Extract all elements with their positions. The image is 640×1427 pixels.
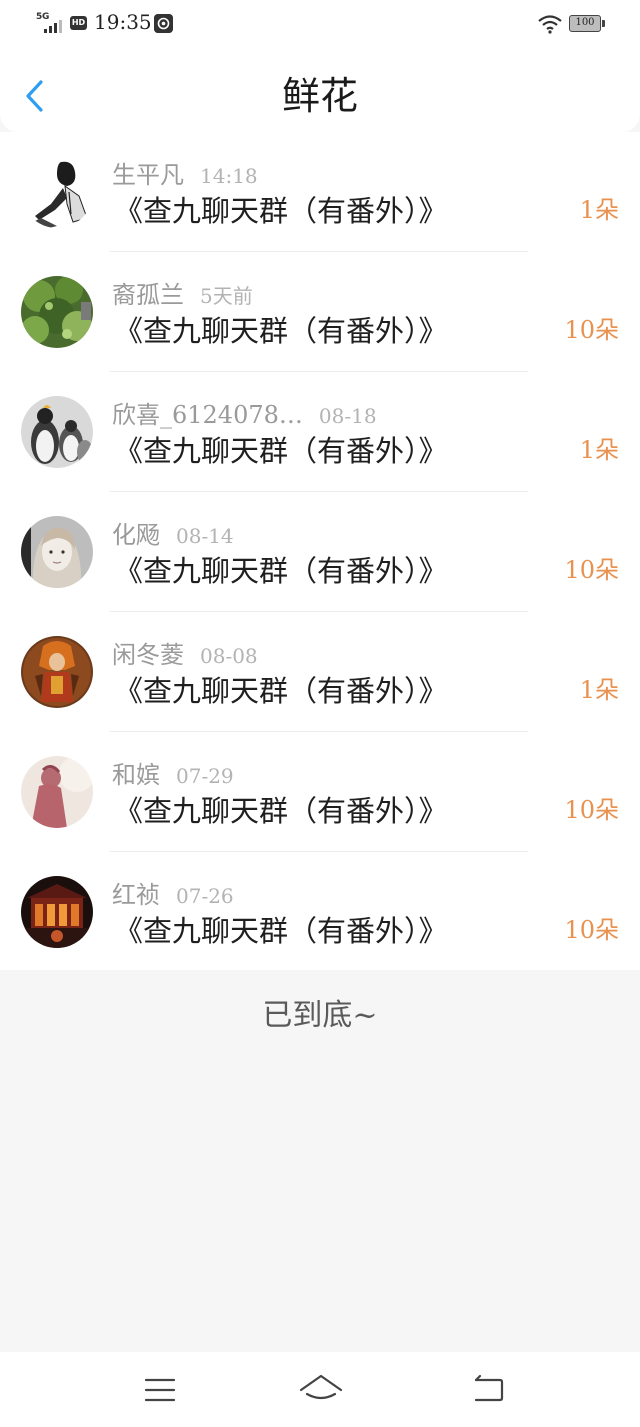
end-of-list-text: 已到底~ — [262, 998, 378, 1033]
top-area: 5G HD 19:35 100 鲜花 — [0, 0, 640, 132]
flower-list: 生平凡 14:18 《查九聊天群（有番外）》 1朵 裔孤兰 5天前 《查九聊天群（有… — [0, 132, 640, 970]
status-time: 19:35 — [94, 10, 152, 34]
flower-count: 1朵 — [579, 196, 619, 224]
notification-app-icon — [154, 14, 173, 33]
page-title: 鲜花 — [281, 74, 358, 118]
book-title[interactable]: 《查九聊天群（有番外）》 — [114, 552, 448, 590]
hd-badge: HD — [70, 16, 87, 30]
meta-line: 裔孤兰 5天前 — [112, 279, 253, 312]
timestamp: 07-26 — [176, 884, 234, 908]
header: 鲜花 — [0, 46, 640, 132]
timestamp: 08-08 — [200, 644, 258, 668]
book-title[interactable]: 《查九聊天群（有番外）》 — [114, 792, 448, 830]
avatar[interactable] — [21, 156, 93, 228]
meta-line: 红祯 07-26 — [112, 879, 234, 912]
avatar-game-character-icon — [21, 636, 93, 708]
avatar[interactable] — [21, 636, 93, 708]
flower-count: 10朵 — [564, 796, 619, 824]
list-item[interactable]: 生平凡 14:18 《查九聊天群（有番外）》 1朵 — [0, 132, 640, 252]
return-icon — [474, 1374, 504, 1402]
battery-tip — [602, 20, 605, 27]
status-bar: 5G HD 19:35 100 — [0, 0, 640, 46]
battery-level: 100 — [575, 17, 595, 28]
list-item[interactable]: 化飏 08-14 《查九聊天群（有番外）》 10朵 — [0, 492, 640, 612]
list-item[interactable]: 红祯 07-26 《查九聊天群（有番外）》 10朵 — [0, 852, 640, 972]
book-title[interactable]: 《查九聊天群（有番外）》 — [114, 672, 448, 710]
list-item[interactable]: 欣喜_6124078… 08-18 《查九聊天群（有番外）》 1朵 — [0, 372, 640, 492]
timestamp: 5天前 — [200, 284, 253, 308]
timestamp: 07-29 — [176, 764, 234, 788]
signal-icon — [44, 20, 62, 33]
book-title[interactable]: 《查九聊天群（有番外）》 — [114, 912, 448, 950]
user-name[interactable]: 和嫔 — [112, 761, 160, 789]
system-nav-bar — [0, 1352, 640, 1427]
avatar-red-palace-icon — [21, 876, 93, 948]
user-name[interactable]: 裔孤兰 — [112, 281, 184, 309]
meta-line: 欣喜_6124078… 08-18 — [112, 399, 377, 432]
flower-count: 1朵 — [579, 676, 619, 704]
user-name[interactable]: 红祯 — [112, 881, 160, 909]
flower-count: 10朵 — [564, 916, 619, 944]
user-name[interactable]: 生平凡 — [112, 161, 184, 189]
meta-line: 化飏 08-14 — [112, 519, 234, 552]
book-title[interactable]: 《查九聊天群（有番外）》 — [114, 312, 448, 350]
avatar-sketch-figure-icon — [21, 156, 93, 228]
book-title[interactable]: 《查九聊天群（有番外）》 — [114, 192, 448, 230]
avatar-pink-silhouette-icon — [21, 756, 93, 828]
home-icon — [299, 1374, 343, 1400]
avatar[interactable] — [21, 876, 93, 948]
avatar[interactable] — [21, 396, 93, 468]
meta-line: 和嫔 07-29 — [112, 759, 234, 792]
avatar-green-plant-icon — [21, 276, 93, 348]
flower-count: 1朵 — [579, 436, 619, 464]
avatar-girl-portrait-icon — [21, 516, 93, 588]
flower-count: 10朵 — [564, 556, 619, 584]
list-item[interactable]: 裔孤兰 5天前 《查九聊天群（有番外）》 10朵 — [0, 252, 640, 372]
user-name[interactable]: 闲冬菱 — [112, 641, 184, 669]
avatar[interactable] — [21, 756, 93, 828]
avatar[interactable] — [21, 516, 93, 588]
back-nav-button[interactable] — [468, 1372, 508, 1408]
avatar-penguins-icon — [21, 396, 93, 468]
list-item[interactable]: 闲冬菱 08-08 《查九聊天群（有番外）》 1朵 — [0, 612, 640, 732]
menu-icon — [144, 1378, 176, 1402]
home-button[interactable] — [298, 1372, 344, 1408]
avatar[interactable] — [21, 276, 93, 348]
flower-count: 10朵 — [564, 316, 619, 344]
list-item[interactable]: 和嫔 07-29 《查九聊天群（有番外）》 10朵 — [0, 732, 640, 852]
book-title[interactable]: 《查九聊天群（有番外）》 — [114, 432, 448, 470]
meta-line: 生平凡 14:18 — [112, 159, 258, 192]
wifi-icon — [538, 15, 562, 34]
timestamp: 14:18 — [200, 164, 258, 188]
menu-button[interactable] — [140, 1372, 180, 1408]
timestamp: 08-18 — [318, 404, 377, 428]
meta-line: 闲冬菱 08-08 — [112, 639, 258, 672]
battery-icon: 100 — [569, 15, 601, 32]
user-name[interactable]: 化飏 — [112, 521, 160, 549]
timestamp: 08-14 — [176, 524, 234, 548]
user-name[interactable]: 欣喜_6124078… — [112, 401, 303, 429]
